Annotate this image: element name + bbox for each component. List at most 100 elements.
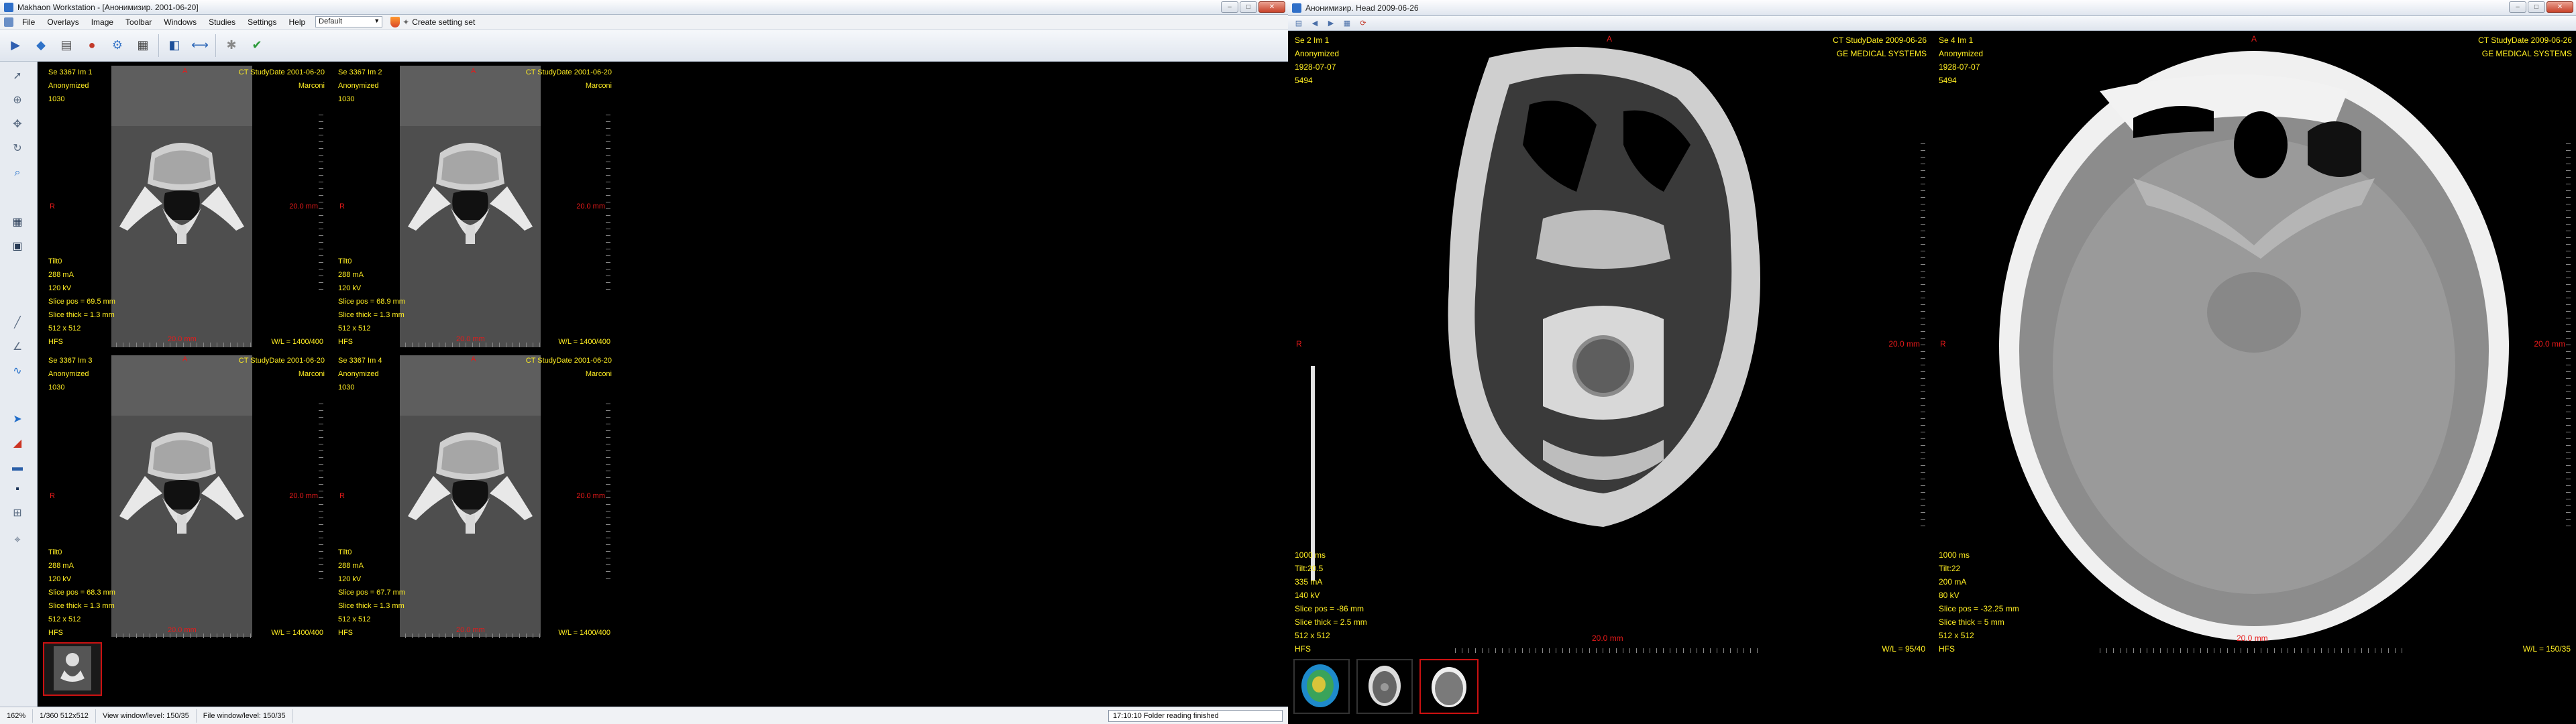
viewport[interactable]: Se 2 Im 1 Anonymized 1928-07-07 5494 CT Stud… [1288,31,1931,657]
viewport[interactable]: Se 3367 Im 1 Anonymized 1030 CT StudyDate 2… [42,63,329,350]
prev-icon[interactable]: ◀ [1309,18,1320,29]
slice-position: Slice pos = -32.25 mm [1939,604,2019,613]
patient-id: 1030 [48,95,65,103]
curve-icon[interactable]: ∿ [7,362,28,381]
right-title-bar[interactable]: Анонимизир. Head 2009-06-26 – □ ✕ [1288,0,2576,16]
cd-icon[interactable]: ● [82,36,102,56]
measure-icon[interactable]: ⟷ [190,36,210,56]
chevron-down-icon: ▼ [374,17,380,24]
viewport[interactable]: Se 3367 Im 3 Anonymized 1030 CT StudyDate 2… [42,351,329,641]
color-icon[interactable]: ▬ [7,459,28,477]
bottom-scale-label: 20.0 mm [168,626,197,634]
roi-icon[interactable]: ◢ [7,434,28,453]
close-button[interactable]: ✕ [1258,1,1285,13]
rotate-icon[interactable]: ↻ [7,139,28,158]
window-level-label: W/L = 95/40 [1882,644,1925,654]
cursor-icon[interactable]: ⌖ [7,531,28,550]
series-thumbnail[interactable] [1419,659,1479,714]
overlay-top-left: Se 3367 Im 3 Anonymized 1030 [48,354,92,394]
save-icon[interactable]: ◆ [31,36,51,56]
overlay-top-right: CT StudyDate 2001-06-20 Marconi [239,66,325,93]
tube-current: 288 mA [48,562,74,570]
shield-icon[interactable] [390,16,400,27]
maximize-button[interactable]: □ [2528,1,2545,13]
matrix-size: 512 x 512 [48,324,81,333]
viewport[interactable]: Se 4 Im 1 Anonymized 1928-07-07 5494 CT Stud… [1932,31,2576,657]
minimize-button[interactable]: – [1221,1,1238,13]
layout-icon[interactable]: ▦ [1342,18,1352,29]
orientation-top: A [1607,34,1613,44]
magnify-icon[interactable]: ⌕ [7,164,28,182]
tube-current: 288 mA [48,271,74,279]
pointer-icon[interactable]: ➚ [7,67,28,86]
matrix-size: 512 x 512 [338,615,371,623]
thumbnail-image [1295,660,1348,713]
display-icon[interactable]: ▪ [7,480,28,499]
patient-position: HFS [338,629,353,637]
create-setting-link[interactable]: Create setting set [412,17,475,27]
menu-settings[interactable]: Settings [241,17,282,27]
menu-studies[interactable]: Studies [203,17,241,27]
maximize-button[interactable]: □ [1240,1,1257,13]
star-icon: ✦ [402,17,410,27]
patient-name: Anonymized [1939,49,1984,58]
exposure-time: 1000 ms [1939,550,1970,560]
viewport[interactable]: Se 3367 Im 4 Anonymized 1030 CT StudyDate 2… [331,351,616,641]
menu-help[interactable]: Help [282,17,311,27]
line-icon[interactable]: ╱ [7,314,28,333]
menu-image[interactable]: Image [85,17,119,27]
patient-position: HFS [48,338,63,346]
arrow-icon[interactable]: ➤ [7,410,28,429]
tube-current: 200 mA [1939,577,1967,587]
matrix-size: 512 x 512 [48,615,81,623]
layout-2x2-icon[interactable]: ⊞ [7,504,28,523]
series-thumbnail[interactable] [1356,659,1413,714]
progress-status: 17:10:10 Folder reading finished [1108,709,1283,722]
station-name: GE MEDICAL SYSTEMS [2481,49,2572,58]
app-menu-icon[interactable] [4,17,13,27]
next-icon[interactable]: ▶ [1326,18,1336,29]
slice-position: Slice pos = -86 mm [1295,604,1364,613]
angle-icon[interactable]: ∠ [7,338,28,357]
window-level-icon[interactable]: ◧ [164,36,184,56]
series-label: Se 3367 Im 2 [338,68,382,76]
series-thumbnail[interactable] [43,642,102,696]
open-icon[interactable]: ▶ [5,36,25,56]
vertical-ruler [319,403,323,583]
pin-icon[interactable]: ✱ [221,36,241,56]
sync-icon[interactable]: ⟳ [1358,18,1368,29]
layout-icon[interactable]: ▦ [133,36,153,56]
grid-icon[interactable]: ▦ [7,213,28,232]
station-name: Marconi [585,370,612,378]
station-name: Marconi [298,370,325,378]
open-icon[interactable]: ▤ [1293,18,1304,29]
vertical-ruler [2566,143,2571,532]
overlay-bottom-left: Tilt0 288 mA 120 kV Slice pos = 69.5 mm Slic… [48,255,115,349]
scale-label: 20.0 mm [576,492,605,500]
scale-label: 20.0 mm [289,492,318,500]
viewport[interactable]: Se 3367 Im 2 Anonymized 1030 CT StudyDate 2… [331,63,616,350]
tilt-value: Tilt0 [48,257,62,265]
slice-position: Slice pos = 68.3 mm [48,589,115,597]
minimize-button[interactable]: – [2509,1,2526,13]
menu-windows[interactable]: Windows [158,17,203,27]
overlay-top-right: CT StudyDate 2009-06-26 GE MEDICAL SYSTEM… [2478,34,2572,60]
slice-thickness: Slice thick = 2.5 mm [1295,617,1367,627]
menu-file[interactable]: File [16,17,41,27]
series-thumbnail[interactable] [1293,659,1350,714]
orientation-top: A [182,67,188,75]
monitor-icon[interactable]: ▣ [7,237,28,256]
settings-icon[interactable]: ⚙ [107,36,127,56]
menu-toolbar[interactable]: Toolbar [119,17,158,27]
zoom-icon[interactable]: ⊕ [7,91,28,110]
print-icon[interactable]: ▤ [56,36,76,56]
check-icon[interactable]: ✔ [247,36,267,56]
image-layer [1288,31,1931,657]
pan-icon[interactable]: ✥ [7,115,28,134]
menu-overlays[interactable]: Overlays [41,17,85,27]
preset-select[interactable]: Default ▼ [315,16,383,27]
left-title-bar[interactable]: Makhaon Workstation - [Анонимизир. 2001-… [0,0,1288,15]
patient-position: HFS [48,629,63,637]
close-button[interactable]: ✕ [2546,1,2573,13]
window-level-label: W/L = 1400/400 [271,629,323,637]
